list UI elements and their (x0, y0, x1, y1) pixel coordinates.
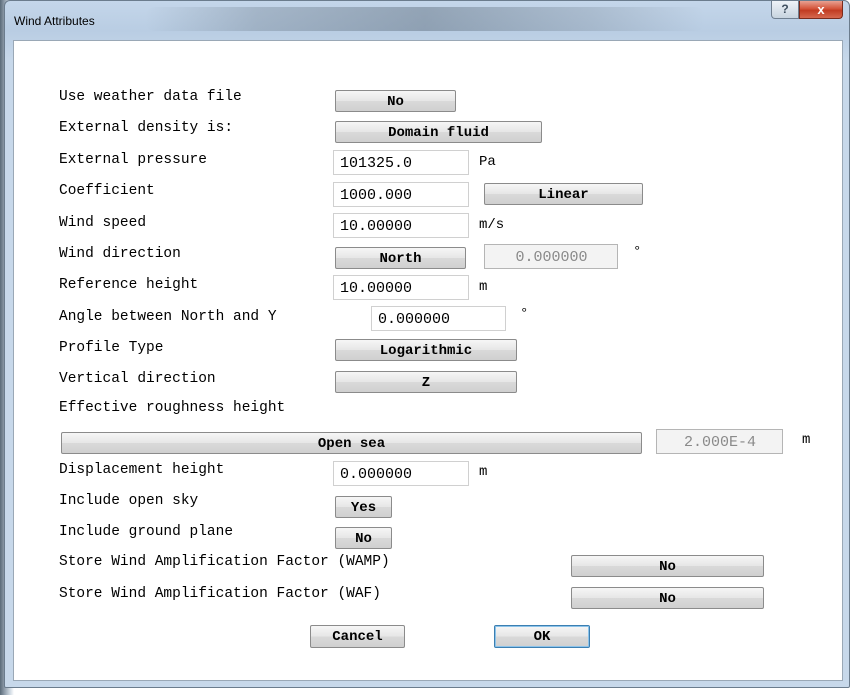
reference-height-label: Reference height (59, 277, 199, 293)
external-density-label: External density is: (59, 120, 234, 136)
wind-direction-degree-unit: ° (633, 244, 642, 260)
wind-direction-angle-field: 0.000000 (484, 244, 618, 269)
waf-label: Store Wind Amplification Factor (WAF) (59, 586, 381, 602)
external-pressure-unit: Pa (479, 154, 496, 170)
angle-north-y-label: Angle between North and Y (59, 309, 277, 325)
roughness-label: Effective roughness height (59, 400, 286, 416)
window-title: Wind Attributes (14, 14, 95, 28)
reference-height-field[interactable]: 10.00000 (333, 275, 469, 300)
help-button[interactable]: ? (771, 1, 799, 19)
ground-plane-label: Include ground plane (59, 524, 234, 540)
displacement-height-label: Displacement height (59, 462, 225, 478)
vertical-direction-button[interactable]: Z (335, 371, 517, 393)
roughness-unit: m (802, 432, 811, 448)
close-button[interactable]: x (799, 1, 843, 19)
title-bar[interactable]: Wind Attributes ? x (5, 1, 849, 39)
wind-speed-label: Wind speed (59, 215, 147, 231)
ok-button[interactable]: OK (494, 625, 590, 648)
coefficient-field[interactable]: 1000.000 (333, 182, 469, 207)
coefficient-mode-button[interactable]: Linear (484, 183, 643, 205)
wind-speed-field[interactable]: 10.00000 (333, 213, 469, 238)
angle-north-y-degree-unit: ° (520, 306, 529, 322)
open-sky-label: Include open sky (59, 493, 199, 509)
wind-direction-label: Wind direction (59, 246, 181, 262)
angle-north-y-field[interactable]: 0.000000 (371, 306, 506, 331)
external-pressure-label: External pressure (59, 152, 207, 168)
coefficient-label: Coefficient (59, 183, 155, 199)
roughness-preset-button[interactable]: Open sea (61, 432, 642, 454)
dialog-body: Use weather data file No External densit… (13, 40, 843, 681)
title-bar-glass (145, 7, 705, 31)
wind-direction-button[interactable]: North (335, 247, 466, 269)
wamp-label: Store Wind Amplification Factor (WAMP) (59, 554, 390, 570)
profile-type-button[interactable]: Logarithmic (335, 339, 517, 361)
roughness-value-field: 2.000E-4 (656, 429, 783, 454)
displacement-height-field[interactable]: 0.000000 (333, 461, 469, 486)
wind-speed-unit: m/s (479, 217, 505, 233)
reference-height-unit: m (479, 279, 488, 295)
vertical-direction-label: Vertical direction (59, 371, 216, 387)
displacement-height-unit: m (479, 464, 488, 480)
waf-button[interactable]: No (571, 587, 764, 609)
ground-plane-button[interactable]: No (335, 527, 392, 549)
wind-attributes-dialog: Wind Attributes ? x Use weather data fil… (4, 0, 850, 688)
use-weather-label: Use weather data file (59, 89, 242, 105)
cancel-button[interactable]: Cancel (310, 625, 405, 648)
profile-type-label: Profile Type (59, 340, 164, 356)
external-pressure-field[interactable]: 101325.0 (333, 150, 469, 175)
use-weather-button[interactable]: No (335, 90, 456, 112)
open-sky-button[interactable]: Yes (335, 496, 392, 518)
wamp-button[interactable]: No (571, 555, 764, 577)
external-density-button[interactable]: Domain fluid (335, 121, 542, 143)
